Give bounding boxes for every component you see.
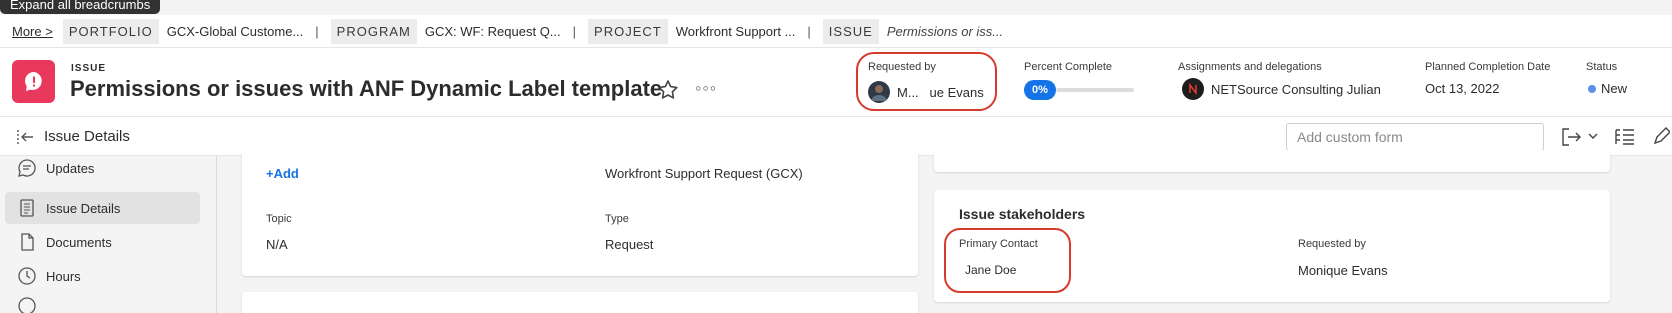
nav-item-partial[interactable] bbox=[5, 296, 200, 313]
document-list-icon bbox=[20, 199, 34, 217]
percent-complete-control[interactable]: 0% bbox=[1024, 80, 1134, 100]
status-dot-icon bbox=[1588, 84, 1596, 93]
percent-complete-label: Percent Complete bbox=[1024, 61, 1113, 73]
nav-item-updates[interactable]: Updates bbox=[5, 152, 200, 184]
chat-bubble-icon bbox=[18, 159, 36, 177]
favorite-star-icon[interactable] bbox=[656, 78, 680, 102]
nav-item-label: Documents bbox=[46, 234, 112, 250]
percent-complete-value: 0% bbox=[1024, 80, 1056, 100]
add-custom-form-input[interactable]: Add custom form bbox=[1286, 123, 1544, 151]
issue-left-nav: Updates Issue Details Documents Hours bbox=[0, 156, 210, 313]
assignments-value[interactable]: NETSource Consulting Julian bbox=[1182, 78, 1381, 100]
breadcrumb: More > PORTFOLIO GCX-Global Custome... |… bbox=[0, 15, 1672, 48]
workfront-issue-page: Expand all breadcrumbs More > PORTFOLIO … bbox=[0, 0, 1672, 313]
breadcrumb-current-issue: Permissions or iss... bbox=[886, 23, 1004, 39]
object-type-label: ISSUE bbox=[71, 63, 107, 74]
topic-value[interactable]: N/A bbox=[266, 237, 288, 252]
requested-by-label: Requested by bbox=[1298, 238, 1366, 250]
next-card-top bbox=[242, 292, 918, 313]
nav-divider bbox=[216, 156, 217, 313]
breadcrumb-portfolio-link[interactable]: GCX-Global Custome... bbox=[167, 24, 304, 39]
page-title[interactable]: Permissions or issues with ANF Dynamic L… bbox=[70, 76, 662, 102]
breadcrumb-program-link[interactable]: GCX: WF: Request Q... bbox=[425, 24, 561, 39]
breadcrumb-separator: | bbox=[572, 23, 577, 39]
layout-list-icon[interactable] bbox=[1614, 126, 1636, 148]
nav-item-issue-details[interactable]: Issue Details bbox=[5, 192, 200, 224]
breadcrumb-type-program: PROGRAM bbox=[330, 18, 417, 44]
edit-pencil-icon[interactable] bbox=[1652, 126, 1670, 148]
nav-item-label: Issue Details bbox=[46, 200, 121, 216]
requested-by-value[interactable]: Monique Evans bbox=[1298, 263, 1388, 278]
nav-item-label: Hours bbox=[46, 268, 81, 284]
breadcrumb-separator: | bbox=[315, 23, 319, 39]
planned-completion-label: Planned Completion Date bbox=[1425, 61, 1551, 73]
clock-icon bbox=[18, 267, 36, 285]
assignments-label: Assignments and delegations bbox=[1178, 61, 1322, 73]
document-icon bbox=[21, 233, 34, 251]
topic-label: Topic bbox=[266, 213, 292, 225]
breadcrumb-project-link[interactable]: Workfront Support ... bbox=[676, 24, 796, 39]
requested-by-annotation-circle bbox=[856, 52, 997, 111]
primary-contact-annotation-circle bbox=[944, 228, 1071, 293]
expand-breadcrumbs-tooltip: Expand all breadcrumbs bbox=[0, 0, 161, 14]
breadcrumb-type-issue: ISSUE bbox=[822, 18, 879, 44]
issue-header: ISSUE Permissions or issues with ANF Dyn… bbox=[0, 48, 1672, 116]
details-section-title: Issue Details bbox=[44, 128, 130, 145]
breadcrumb-separator: | bbox=[807, 23, 811, 39]
more-options-icon[interactable]: ◦◦◦ bbox=[695, 78, 717, 99]
type-label: Type bbox=[605, 213, 629, 225]
nav-item-hours[interactable]: Hours bbox=[5, 260, 200, 292]
assignee-name: NETSource Consulting Julian bbox=[1211, 81, 1381, 97]
approvals-icon bbox=[18, 297, 36, 313]
convert-export-icon[interactable] bbox=[1560, 126, 1582, 148]
avatar bbox=[1182, 78, 1204, 100]
chevron-down-icon[interactable] bbox=[1588, 131, 1598, 141]
percent-complete-bar bbox=[1055, 88, 1134, 92]
previous-card-bottom bbox=[934, 150, 1610, 172]
more-breadcrumbs-link[interactable]: More > bbox=[12, 24, 53, 39]
breadcrumb-type-project: PROJECT bbox=[588, 18, 668, 44]
type-value[interactable]: Request bbox=[605, 237, 653, 252]
nav-item-documents[interactable]: Documents bbox=[5, 226, 200, 258]
planned-completion-value[interactable]: Oct 13, 2022 bbox=[1425, 81, 1499, 96]
collapse-panel-icon[interactable] bbox=[16, 128, 36, 146]
request-form-value: Workfront Support Request (GCX) bbox=[605, 166, 803, 181]
status-text: New bbox=[1601, 81, 1628, 96]
stakeholders-title: Issue stakeholders bbox=[959, 206, 1086, 222]
status-label: Status bbox=[1586, 61, 1618, 73]
add-link[interactable]: +Add bbox=[266, 166, 299, 181]
issue-type-icon bbox=[12, 60, 55, 103]
breadcrumb-type-portfolio: PORTFOLIO bbox=[62, 18, 159, 44]
nav-item-label: Updates bbox=[46, 160, 95, 176]
status-value[interactable]: New bbox=[1588, 81, 1627, 96]
issue-details-card: +Add Workfront Support Request (GCX) Top… bbox=[242, 150, 918, 276]
